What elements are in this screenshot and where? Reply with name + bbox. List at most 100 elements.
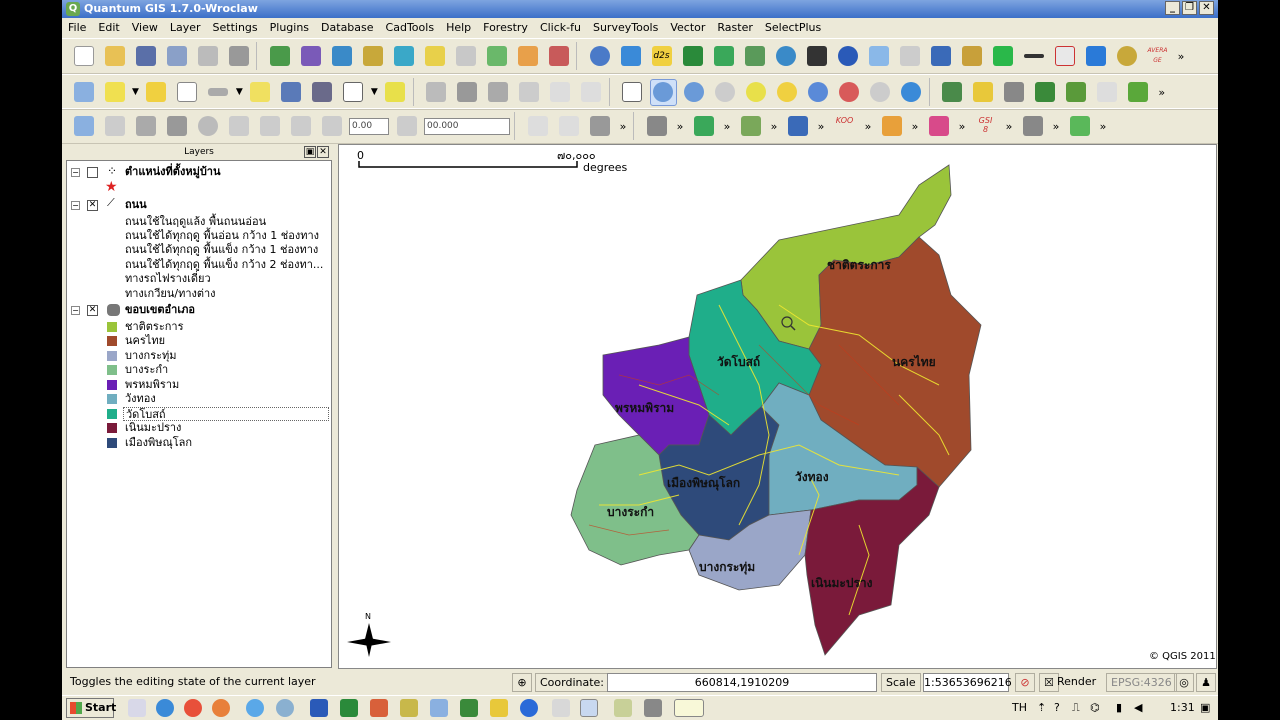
toolbar-overflow[interactable]: » <box>617 120 629 133</box>
pan-button[interactable] <box>619 79 646 106</box>
deselect-button[interactable] <box>143 79 170 106</box>
maximize-button[interactable]: ❐ <box>1182 1 1197 15</box>
chrome-taskbar-icon[interactable] <box>184 699 202 717</box>
browser-taskbar-icon[interactable] <box>246 699 264 717</box>
zoom-in-button[interactable] <box>649 78 677 106</box>
add-wms-button[interactable] <box>390 43 417 70</box>
save-as-button[interactable] <box>163 43 190 70</box>
add-plus-button[interactable] <box>1066 113 1093 140</box>
add-wfs-button[interactable] <box>421 43 448 70</box>
explorer-taskbar-icon[interactable] <box>128 699 146 717</box>
qgis-taskbar-icon[interactable] <box>674 699 704 717</box>
layer-checkbox[interactable]: ✕ <box>87 200 98 211</box>
offset-spinbox[interactable]: 0.00 <box>349 117 389 135</box>
wrench-button[interactable] <box>643 113 670 140</box>
undo-button[interactable] <box>524 113 551 140</box>
globe-taskbar-icon[interactable] <box>520 699 538 717</box>
paste-feature-button[interactable] <box>287 113 314 140</box>
plugin-e-button[interactable] <box>1063 79 1090 106</box>
attribute-table-button[interactable] <box>174 79 201 106</box>
new-project-button[interactable] <box>70 43 97 70</box>
close-button[interactable]: ✕ <box>1199 1 1214 15</box>
move-feature-button[interactable] <box>132 113 159 140</box>
add-vector-layer-button[interactable] <box>266 43 293 70</box>
vector-edit-button[interactable] <box>1051 43 1078 70</box>
snapping-button[interactable] <box>393 113 420 140</box>
folder-taskbar-icon[interactable] <box>644 699 662 717</box>
menu-selectplus[interactable]: SelectPlus <box>759 18 827 38</box>
edit-tools-button[interactable] <box>958 43 985 70</box>
add-spatialite-button[interactable] <box>359 43 386 70</box>
copyright-label-button[interactable] <box>586 43 613 70</box>
network-taskbar-icon[interactable] <box>276 699 294 717</box>
plugin-g-button[interactable] <box>1125 79 1152 106</box>
map-canvas[interactable]: 0 ๗๐,๐๐๐ degrees ชาติตระการ นครไทย วัดโบ… <box>338 144 1217 669</box>
layer-districts[interactable]: ขอบเขตอำเภอ <box>125 303 195 317</box>
plugin-f-button[interactable] <box>1094 79 1121 106</box>
save-edits-button[interactable] <box>101 113 128 140</box>
layer-checkbox[interactable] <box>87 167 98 178</box>
layer-villages[interactable]: ตำแหน่งที่ตั้งหมู่บ้าน <box>125 165 221 179</box>
vector-tool-button[interactable] <box>878 113 905 140</box>
zoom-out-button[interactable] <box>681 79 708 106</box>
d2s-button[interactable]: d2s <box>648 43 675 70</box>
language-indicator[interactable]: TH <box>1012 701 1027 714</box>
tray-usb-icon[interactable]: ⎍ <box>1072 701 1080 715</box>
leaf-button[interactable] <box>989 43 1016 70</box>
toolbar-overflow[interactable]: » <box>674 120 686 133</box>
print-composer-button[interactable] <box>194 43 221 70</box>
menu-layer[interactable]: Layer <box>164 18 207 38</box>
raster-tool-button[interactable] <box>925 113 952 140</box>
menu-file[interactable]: File <box>62 18 92 38</box>
plugin-c-button[interactable] <box>1001 79 1028 106</box>
toolbar-overflow[interactable]: » <box>1003 120 1015 133</box>
float-panel-button[interactable]: ▣ <box>304 146 316 158</box>
globe-plugin-button[interactable] <box>772 43 799 70</box>
plugin-a-button[interactable] <box>939 79 966 106</box>
new-shapefile-button[interactable] <box>483 43 510 70</box>
tolerance-spinbox[interactable]: 00.000 <box>424 117 510 135</box>
tray-show-desktop-icon[interactable]: ▣ <box>1200 701 1210 714</box>
legend-wat-bot[interactable]: วัดโบสถ์ <box>123 407 329 421</box>
open-project-button[interactable] <box>101 43 128 70</box>
python-button[interactable] <box>927 43 954 70</box>
minimize-button[interactable]: _ <box>1165 1 1180 15</box>
toolbar-overflow[interactable]: » <box>815 120 827 133</box>
remove-layer-button[interactable] <box>452 43 479 70</box>
coordinate-field[interactable]: 660814,1910209 <box>607 673 877 692</box>
clock[interactable]: 1:31 <box>1170 701 1195 714</box>
plugin-b-button[interactable] <box>970 79 997 106</box>
add-raster-layer-button[interactable] <box>297 43 324 70</box>
save-project-button[interactable] <box>132 43 159 70</box>
change-label-button[interactable] <box>547 79 574 106</box>
toolbar-overflow[interactable]: » <box>909 120 921 133</box>
close-panel-button[interactable]: ✕ <box>317 146 329 158</box>
toggle-editing-button[interactable] <box>70 113 97 140</box>
ie-taskbar-icon[interactable] <box>156 699 174 717</box>
zoom-next-button[interactable] <box>867 79 894 106</box>
stop-render-button[interactable]: ⊘ <box>1015 673 1035 692</box>
toolbar-overflow[interactable]: » <box>768 120 780 133</box>
add-postgis-button[interactable] <box>328 43 355 70</box>
simplify-button[interactable] <box>586 113 613 140</box>
rotate-symbol-button[interactable] <box>318 113 345 140</box>
menu-forestry[interactable]: Forestry <box>477 18 534 38</box>
scale-field[interactable]: 1:53653696216 <box>923 673 1012 692</box>
refresh-button[interactable] <box>898 79 925 106</box>
tool-taskbar-icon[interactable] <box>400 699 418 717</box>
toolbar-overflow[interactable]: » <box>956 120 968 133</box>
gps-button[interactable] <box>865 43 892 70</box>
layer-checkbox[interactable]: ✕ <box>87 305 98 316</box>
label-props-button[interactable] <box>578 79 605 106</box>
cad-tool-button[interactable] <box>690 113 717 140</box>
label-tool-button[interactable] <box>423 79 450 106</box>
toolbar-overflow[interactable]: » <box>1050 120 1062 133</box>
doc-taskbar-icon[interactable] <box>552 699 570 717</box>
delete-feature-button[interactable] <box>194 113 221 140</box>
table-plugin-button[interactable] <box>741 43 768 70</box>
chart-plugin-button[interactable] <box>710 43 737 70</box>
menu-settings[interactable]: Settings <box>207 18 264 38</box>
toolbar-overflow[interactable]: » <box>1175 50 1187 63</box>
tray-volume-icon[interactable]: ◀ <box>1134 701 1142 714</box>
start-button[interactable]: Start <box>66 698 116 718</box>
